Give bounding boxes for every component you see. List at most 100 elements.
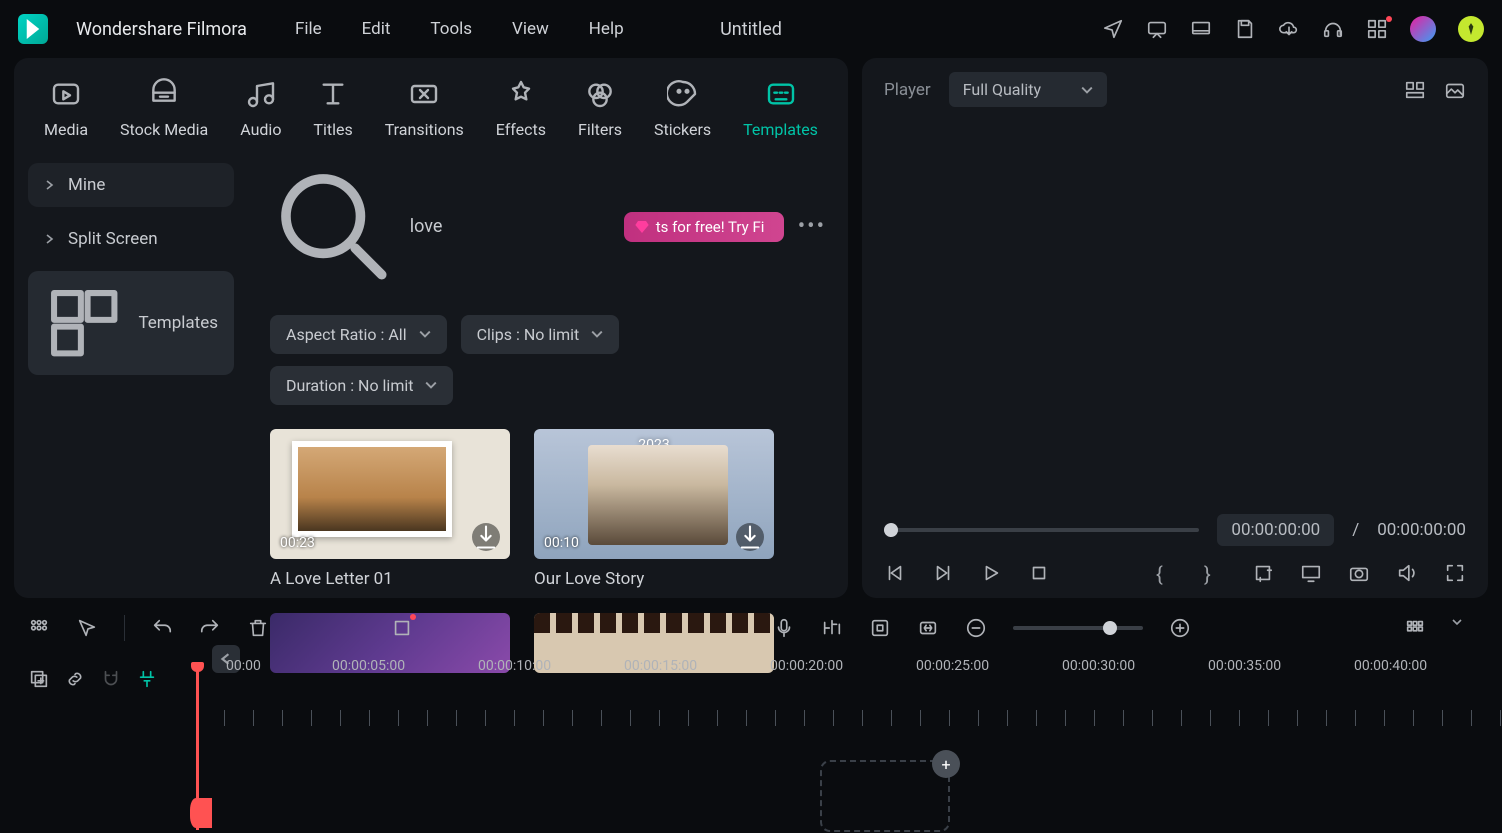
search-icon [270,163,398,291]
document-title: Untitled [720,19,782,40]
crop-icon[interactable] [1252,562,1274,584]
tab-titles[interactable]: Titles [313,78,352,139]
playhead-handle[interactable] [190,798,212,828]
search-input[interactable] [410,216,610,237]
keyframe-button[interactable] [869,617,891,639]
template-duration: 00:10 [544,535,579,551]
fullscreen-icon[interactable] [1444,562,1466,584]
sidebar-item-mine[interactable]: Mine [28,163,234,207]
headphones-icon[interactable] [1322,18,1344,40]
app-name: Wondershare Filmora [76,19,247,40]
next-frame-button[interactable] [932,562,954,584]
voiceover-button[interactable] [773,617,795,639]
quality-select[interactable]: Full Quality [949,72,1107,107]
magnet-button[interactable] [100,668,122,690]
download-icon[interactable] [736,523,764,551]
track-view-dropdown[interactable] [1452,617,1474,639]
ruler-mark: 00:00:20:00 [770,658,843,674]
download-icon[interactable] [472,523,500,551]
add-track-button[interactable] [28,668,50,690]
delete-button[interactable] [247,617,269,639]
fit-button[interactable] [917,617,939,639]
tab-effects[interactable]: Effects [496,78,546,139]
user-avatar[interactable] [1410,16,1436,42]
sidebar-item-templates[interactable]: Templates [28,271,234,375]
template-title: Our Love Story [534,569,774,589]
mark-out-button[interactable]: } [1204,562,1226,584]
template-card-our-love-story[interactable]: 2023 00:10 Our Love Story [534,429,774,589]
tab-templates[interactable]: Templates [743,78,818,139]
play-button[interactable] [980,562,1002,584]
player-label: Player [884,80,931,100]
auto-ripple-button[interactable] [136,668,158,690]
zoom-slider[interactable] [1013,626,1143,630]
template-card-love-letter[interactable]: 00:23 A Love Letter 01 [270,429,510,589]
tab-audio[interactable]: Audio [240,78,281,139]
more-options-button[interactable]: ••• [798,214,826,239]
crop-button[interactable] [391,617,413,639]
promo-banner[interactable]: ts for free! Try Fi [624,212,784,242]
chevron-down-icon [591,328,603,340]
library-tabs: Media Stock Media Audio Titles Transitio… [14,58,848,149]
library-panel: Media Stock Media Audio Titles Transitio… [14,58,848,598]
chevron-right-icon [44,180,54,190]
player-panel: Player Full Quality 00:00:00:00 / 00:00:… [862,58,1488,598]
filter-duration[interactable]: Duration : No limit [270,366,453,405]
preview-area[interactable] [884,107,1466,514]
camera-icon[interactable] [1348,562,1370,584]
template-title: A Love Letter 01 [270,569,510,589]
zoom-in-button[interactable] [1169,617,1191,639]
premium-button[interactable] [1458,16,1484,42]
menu-file[interactable]: File [295,19,322,39]
ruler-mark: 00:00:05:00 [332,658,405,674]
chevron-right-icon [44,234,54,244]
timecode-separator: / [1352,520,1359,540]
ruler-ticks [196,710,1502,726]
current-timecode[interactable]: 00:00:00:00 [1217,514,1334,546]
ruler-mark: 00:00:35:00 [1208,658,1281,674]
cloud-icon[interactable] [1278,18,1300,40]
track-view-button[interactable] [1404,617,1426,639]
tab-stickers[interactable]: Stickers [654,78,711,139]
link-button[interactable] [64,668,86,690]
menu-tools[interactable]: Tools [430,19,472,39]
apps-icon[interactable] [1366,18,1388,40]
send-icon[interactable] [1102,18,1124,40]
filter-clips[interactable]: Clips : No limit [461,315,620,354]
menu-help[interactable]: Help [589,19,624,39]
volume-icon[interactable] [1396,562,1418,584]
timeline-ruler[interactable]: 00:00 00:00:05:00 00:00:10:00 00:00:15:0… [196,658,1502,706]
tab-stock-media[interactable]: Stock Media [120,78,208,139]
ruler-mark: 00:00:15:00 [624,658,697,674]
library-sidebar: Mine Split Screen Templates [14,149,248,687]
timeline-area: 00:00 00:00:05:00 00:00:10:00 00:00:15:0… [0,658,1502,726]
ruler-mark: 00:00:40:00 [1354,658,1427,674]
app-logo [18,14,48,44]
prev-frame-button[interactable] [884,562,906,584]
template-thumbnail: 2023 00:10 [534,429,774,559]
add-clip-button[interactable]: + [932,750,960,778]
monitor-icon[interactable] [1300,562,1322,584]
display-icon[interactable] [1190,18,1212,40]
gem-icon [634,219,650,235]
menu-view[interactable]: View [512,19,549,39]
timeline-drop-zone[interactable]: + [820,760,950,832]
audio-mixer-button[interactable] [821,617,843,639]
total-timecode: 00:00:00:00 [1377,520,1466,540]
chevron-down-icon [425,379,437,391]
sidebar-item-split-screen[interactable]: Split Screen [28,217,234,261]
tab-transitions[interactable]: Transitions [385,78,464,139]
zoom-out-button[interactable] [965,617,987,639]
tab-media[interactable]: Media [44,78,88,139]
player-scrubber[interactable] [884,528,1199,532]
message-icon[interactable] [1146,18,1168,40]
menubar: Wondershare Filmora File Edit Tools View… [0,0,1502,58]
filter-aspect-ratio[interactable]: Aspect Ratio : All [270,315,447,354]
stop-button[interactable] [1028,562,1050,584]
save-icon[interactable] [1234,18,1256,40]
snapshot-icon[interactable] [1444,79,1466,101]
mark-in-button[interactable]: { [1156,562,1178,584]
menu-edit[interactable]: Edit [362,19,391,39]
tab-filters[interactable]: Filters [578,78,622,139]
layout-icon[interactable] [1404,79,1426,101]
